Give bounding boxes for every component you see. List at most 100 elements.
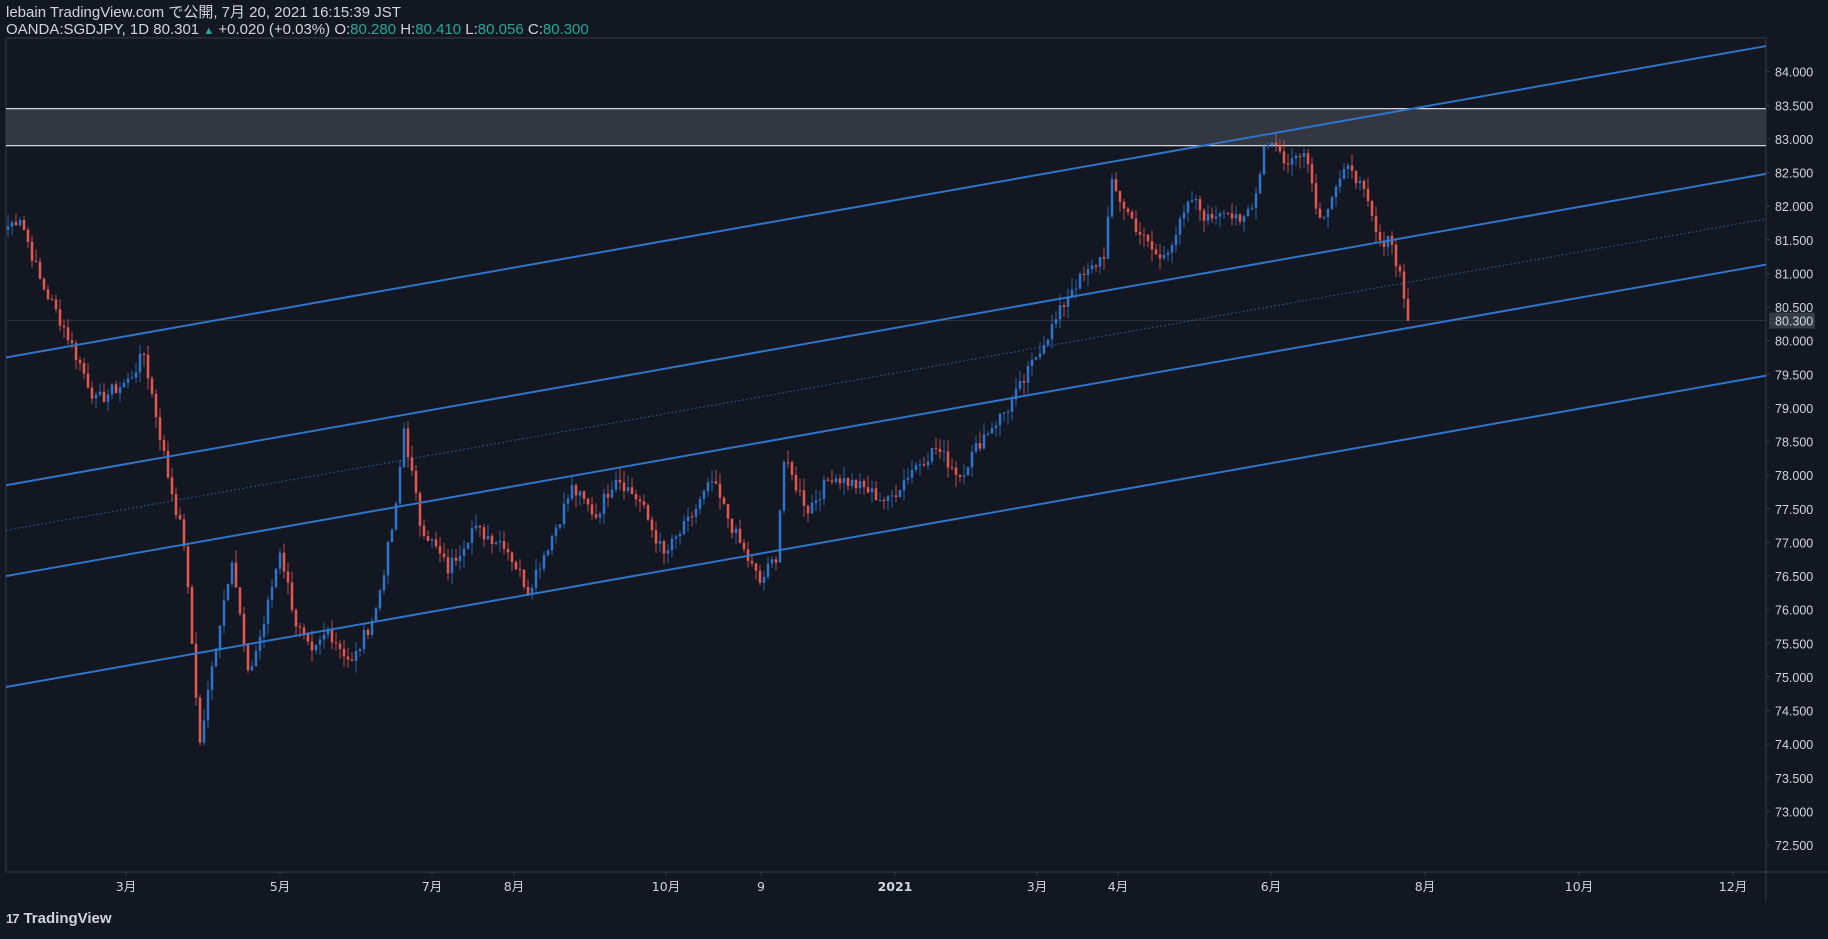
time-axis[interactable]: 3月 5月 7月 8月 10月 9 2021 3月 4月 6月 8月 10月 12月 xyxy=(116,872,1747,894)
candle xyxy=(150,375,154,398)
candle xyxy=(1182,204,1186,228)
candle-body xyxy=(154,393,158,418)
price-tick-label: 82.000 xyxy=(1775,200,1813,214)
price-axis[interactable]: 84.000 83.500 83.000 82.500 82.000 81.500 81.0… xyxy=(1766,66,1815,853)
candle-body xyxy=(26,229,30,242)
candle-body xyxy=(598,513,602,518)
candle-body xyxy=(362,629,366,650)
candle-body xyxy=(506,548,510,553)
price-tick-label: 78.000 xyxy=(1775,469,1813,483)
candle-body xyxy=(774,559,778,563)
candle xyxy=(794,466,798,494)
candle xyxy=(462,540,466,568)
candle-body xyxy=(338,643,342,649)
candle-body xyxy=(942,451,946,453)
candle xyxy=(686,507,690,533)
candle-body xyxy=(1134,218,1138,232)
candle xyxy=(1026,360,1030,395)
candle xyxy=(990,421,994,434)
candle xyxy=(58,299,62,332)
candle-body xyxy=(270,586,274,600)
candle xyxy=(254,644,258,667)
candle xyxy=(934,437,938,455)
candle xyxy=(1134,210,1138,236)
candle-body xyxy=(1158,254,1162,259)
candle-body xyxy=(518,568,522,570)
candle xyxy=(406,421,410,468)
candle-body xyxy=(698,499,702,509)
candle-body xyxy=(538,568,542,570)
candle-body xyxy=(298,626,302,628)
tradingview-logo[interactable]: 17 TradingView xyxy=(6,910,112,927)
price-tick-label: 83.000 xyxy=(1775,133,1813,147)
candle xyxy=(1110,173,1114,219)
candle-body xyxy=(1066,297,1070,307)
candle xyxy=(814,489,818,512)
candle xyxy=(1258,170,1262,195)
candle xyxy=(1114,171,1118,193)
candle-body xyxy=(46,289,50,300)
candle-body xyxy=(1362,180,1366,189)
candle-body xyxy=(1302,153,1306,157)
candle xyxy=(786,450,790,468)
candle xyxy=(1014,377,1018,406)
candle xyxy=(482,523,486,548)
candle-body xyxy=(550,536,554,551)
channel-mid-dotted-line[interactable] xyxy=(5,218,1767,531)
price-tick-label: 75.500 xyxy=(1775,637,1813,651)
candle-body xyxy=(1202,210,1206,221)
candle-body xyxy=(1002,412,1006,414)
candle-body xyxy=(762,576,766,583)
candle-body xyxy=(1186,201,1190,213)
candle-body xyxy=(906,477,910,480)
candle xyxy=(758,564,762,586)
candle-body xyxy=(478,525,482,528)
candle xyxy=(994,421,998,437)
candle xyxy=(130,370,134,379)
candle-body xyxy=(274,568,278,587)
candle-body xyxy=(674,536,678,539)
price-chart[interactable]: 84.000 83.500 83.000 82.500 82.000 81.500 81.0… xyxy=(0,0,1828,939)
candle xyxy=(98,383,102,398)
candle-body xyxy=(654,530,658,544)
candle-body xyxy=(1054,319,1058,324)
candle-body xyxy=(954,467,958,475)
candle xyxy=(166,441,170,480)
price-tick-label: 84.000 xyxy=(1775,66,1813,80)
candle-body xyxy=(650,519,654,531)
candle xyxy=(750,554,754,567)
candle-body xyxy=(822,479,826,500)
candle xyxy=(82,358,86,380)
candle xyxy=(330,620,334,650)
candle-body xyxy=(286,571,290,583)
channel-line[interactable] xyxy=(5,374,1767,689)
candle-body xyxy=(118,387,122,394)
candle-body xyxy=(898,490,902,498)
candle xyxy=(1198,195,1202,222)
candle-body xyxy=(1198,199,1202,211)
candle-body xyxy=(1146,234,1150,242)
candle-body xyxy=(294,610,298,627)
price-tick-label: 81.500 xyxy=(1775,234,1813,248)
candle xyxy=(722,495,726,506)
candle xyxy=(230,560,234,588)
candle xyxy=(42,277,46,292)
candle xyxy=(478,525,482,537)
candle xyxy=(1178,215,1182,245)
candle xyxy=(762,570,766,591)
candle xyxy=(1374,206,1378,244)
candle-body xyxy=(78,360,82,364)
candle xyxy=(250,660,254,672)
candle xyxy=(578,490,582,506)
candle xyxy=(1082,266,1086,282)
candle xyxy=(514,560,518,571)
price-tick-label: 76.000 xyxy=(1775,604,1813,618)
candle-body xyxy=(686,516,690,521)
candle-body xyxy=(418,492,422,526)
candle xyxy=(1222,209,1226,220)
candle xyxy=(1246,205,1250,217)
candle xyxy=(1066,288,1070,319)
candle xyxy=(1290,148,1294,177)
candle xyxy=(538,562,542,579)
channel-line[interactable] xyxy=(5,172,1767,487)
